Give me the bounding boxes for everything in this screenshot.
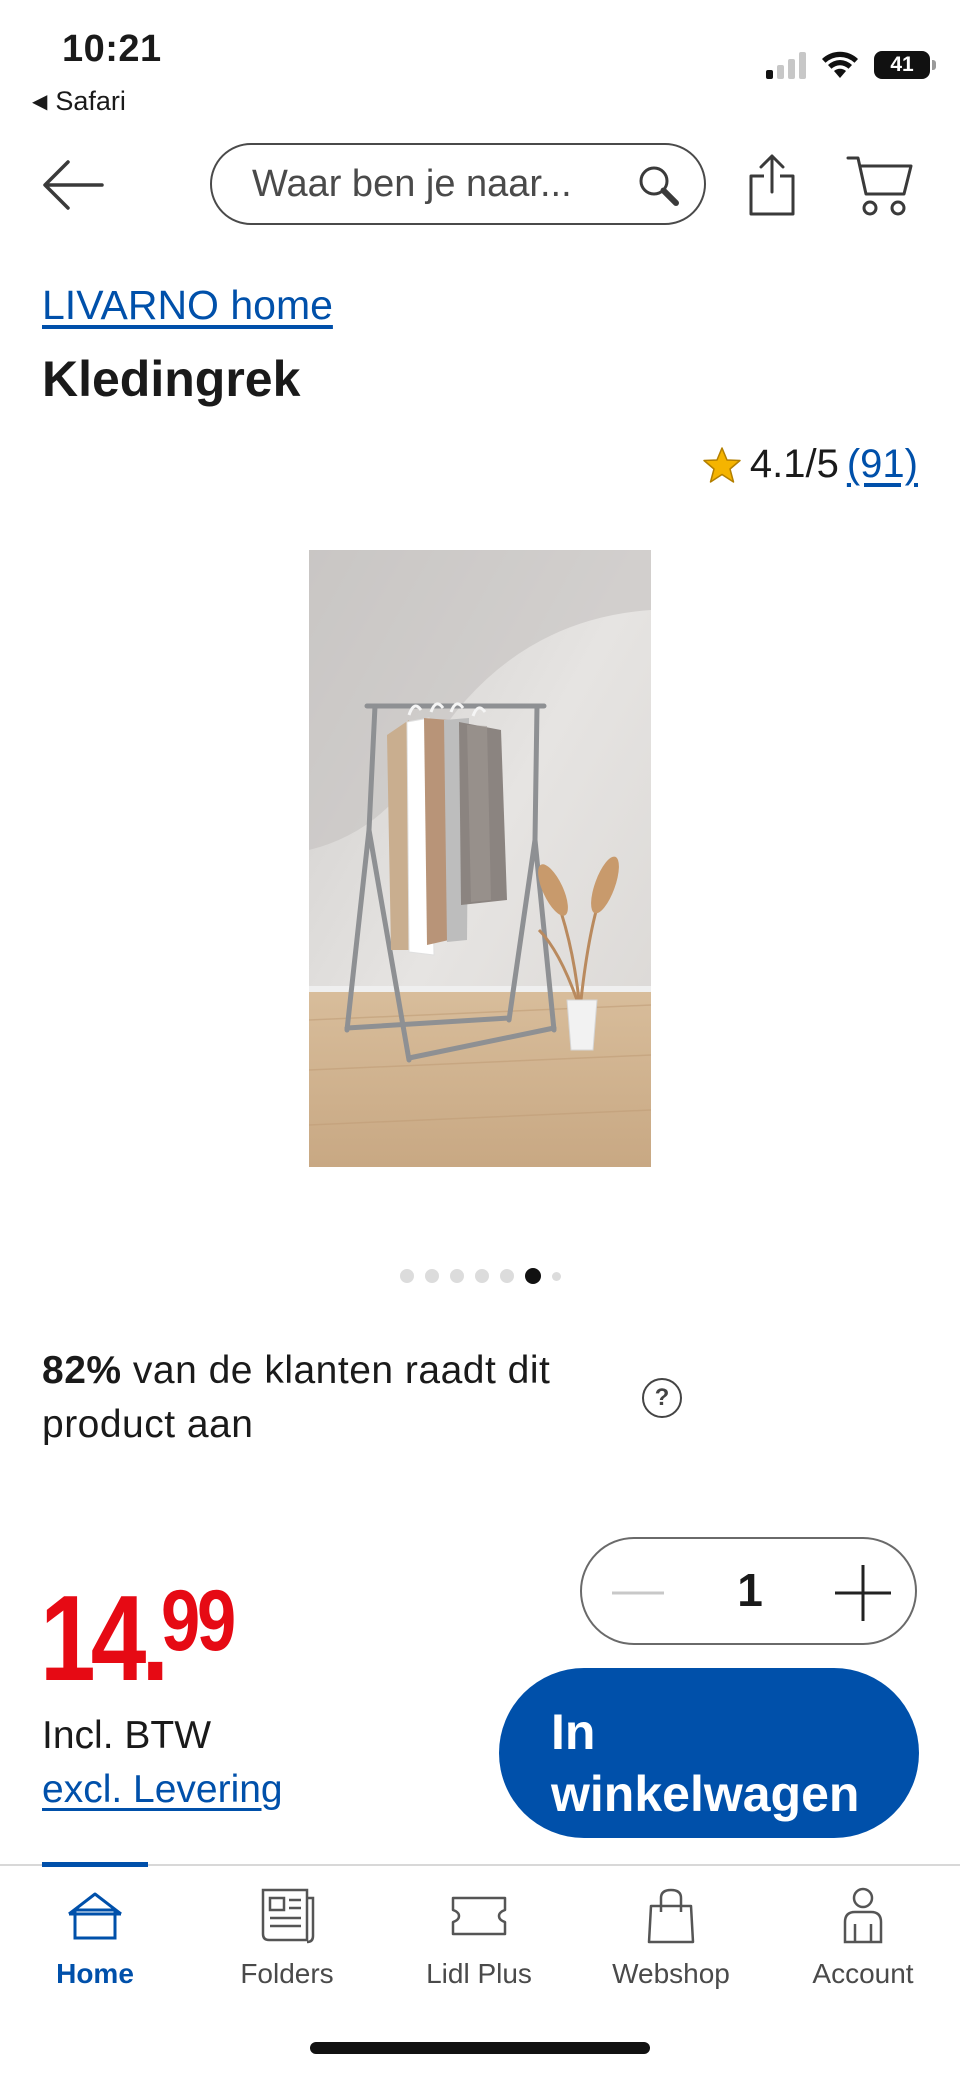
back-triangle-icon: ◀ [32, 91, 48, 113]
search-bar[interactable] [210, 143, 706, 225]
review-count-link[interactable]: (91) [847, 442, 918, 487]
search-icon[interactable] [634, 161, 682, 209]
excl-delivery-link[interactable]: excl. Levering [42, 1768, 283, 1812]
tab-home[interactable]: Home [20, 1884, 170, 1990]
tab-label-webshop: Webshop [612, 1958, 730, 1989]
star-icon [703, 446, 741, 483]
add-to-cart-button[interactable]: In winkelwagen [499, 1668, 919, 1838]
recommend-percent: 82% [42, 1349, 122, 1392]
wifi-icon [822, 51, 858, 78]
ticket-icon [451, 1896, 507, 1936]
carousel-dot[interactable] [551, 1271, 561, 1281]
cellular-signal-icon [766, 51, 806, 79]
back-to-safari[interactable]: ◀ Safari [32, 86, 126, 117]
product-title: Kledingrek [42, 351, 301, 407]
share-icon[interactable] [742, 150, 802, 220]
tab-label-lidl-plus: Lidl Plus [426, 1958, 532, 1989]
image-carousel-dots[interactable] [0, 1268, 960, 1284]
incl-vat-label: Incl. BTW [42, 1714, 212, 1757]
battery-icon: 41 [874, 51, 936, 79]
brand-link[interactable]: LIVARNO home [42, 282, 333, 329]
tab-webshop[interactable]: Webshop [596, 1884, 746, 1990]
tab-account[interactable]: Account [788, 1884, 938, 1990]
status-time: 10:21 [62, 28, 162, 70]
price-cents: 99 [161, 1573, 236, 1669]
help-icon[interactable]: ? [642, 1378, 682, 1418]
account-icon [843, 1887, 883, 1944]
carousel-dot[interactable] [474, 1269, 489, 1283]
search-input[interactable] [252, 162, 612, 206]
home-icon [68, 1892, 122, 1940]
cart-icon[interactable] [846, 152, 914, 218]
tab-label-folders: Folders [240, 1958, 334, 1989]
home-indicator[interactable] [310, 2042, 650, 2054]
tab-label-home: Home [56, 1958, 134, 1989]
add-to-cart-line2: winkelwagen [551, 1766, 860, 1822]
price-main: 14 [40, 1570, 146, 1706]
rating-value: 4.1/5 [749, 442, 839, 486]
shopping-bag-icon [647, 1888, 695, 1944]
tab-label-account: Account [812, 1958, 914, 1989]
carousel-dot[interactable] [449, 1269, 464, 1283]
clothes-rack-image [309, 550, 651, 1167]
minus-icon[interactable] [610, 1565, 666, 1621]
product-rating[interactable]: 4.1/5 (91) [702, 442, 918, 487]
carousel-dot[interactable] [499, 1269, 514, 1283]
tab-lidl-plus[interactable]: Lidl Plus [404, 1884, 554, 1990]
plus-icon[interactable] [833, 1563, 893, 1623]
quantity-value: 1 [737, 1564, 763, 1616]
quantity-stepper[interactable]: 1 [580, 1537, 917, 1645]
recommendation-text: 82% van de klanten raadt dit product aan [42, 1344, 662, 1452]
carousel-dot[interactable] [399, 1269, 414, 1283]
folder-icon [261, 1888, 315, 1944]
back-app-label: Safari [55, 86, 126, 116]
product-price: 14.99 [40, 1568, 236, 1708]
add-to-cart-line1: In [551, 1704, 596, 1760]
back-arrow-icon[interactable] [38, 150, 108, 220]
tab-folders[interactable]: Folders [212, 1884, 362, 1990]
price-separator: . [141, 1570, 169, 1706]
product-image[interactable] [309, 550, 651, 1167]
status-icons: 41 [766, 50, 936, 80]
carousel-dot[interactable] [424, 1269, 439, 1283]
active-tab-indicator [42, 1862, 148, 1867]
carousel-dot-active[interactable] [524, 1268, 541, 1284]
